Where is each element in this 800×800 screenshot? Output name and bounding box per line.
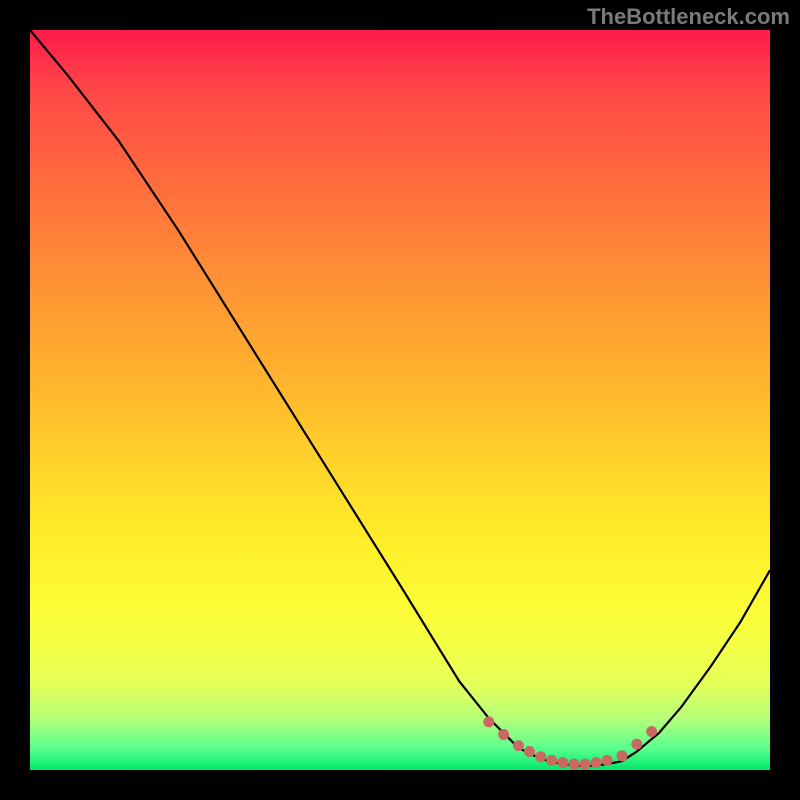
highlight-dots bbox=[483, 716, 657, 769]
highlight-dot bbox=[535, 751, 546, 762]
highlight-dot bbox=[617, 750, 628, 761]
chart-svg bbox=[30, 30, 770, 770]
highlight-dot bbox=[546, 755, 557, 766]
highlight-dot bbox=[524, 746, 535, 757]
highlight-dot bbox=[483, 716, 494, 727]
plot-area bbox=[30, 30, 770, 770]
highlight-dot bbox=[513, 740, 524, 751]
bottleneck-curve bbox=[30, 30, 770, 766]
highlight-dot bbox=[646, 726, 657, 737]
highlight-dot bbox=[498, 729, 509, 740]
highlight-dot bbox=[580, 759, 591, 770]
watermark-text: TheBottleneck.com bbox=[587, 4, 790, 30]
highlight-dot bbox=[557, 757, 568, 768]
chart-frame: TheBottleneck.com bbox=[0, 0, 800, 800]
highlight-dot bbox=[631, 739, 642, 750]
highlight-dot bbox=[568, 759, 579, 770]
highlight-dot bbox=[602, 755, 613, 766]
highlight-dot bbox=[591, 757, 602, 768]
